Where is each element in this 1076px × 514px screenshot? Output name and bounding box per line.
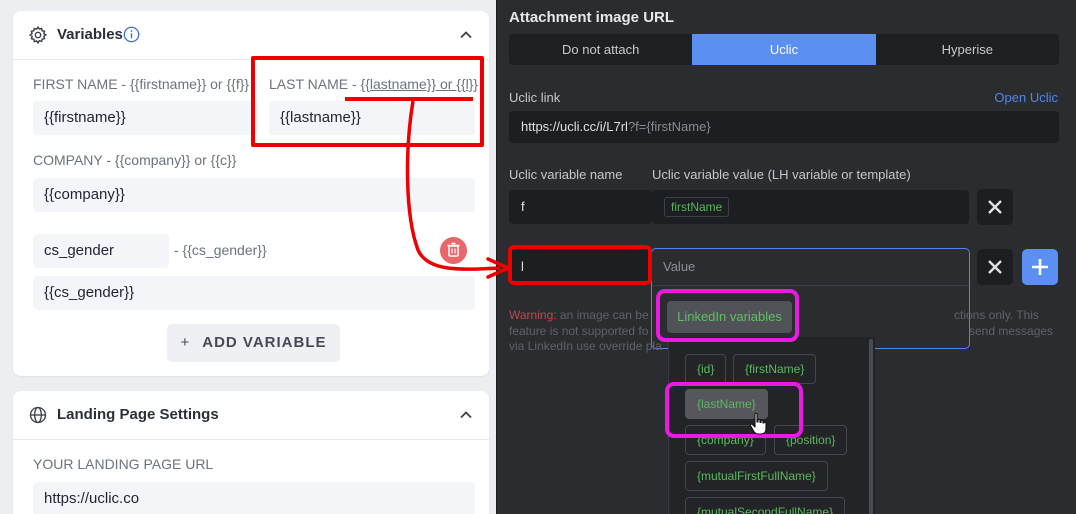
dropdown-divider [652,285,969,286]
tab-do-not-attach[interactable]: Do not attach [509,34,692,65]
last-name-chip-highlight-box [665,382,803,438]
variable-name-header: Uclic variable name [509,167,623,182]
add-row-button[interactable] [1022,249,1058,285]
chevron-up-icon[interactable] [459,28,473,42]
variable-value-input-1[interactable]: firstName [652,190,969,224]
add-variable-button[interactable]: + ADD VARIABLE [167,324,340,362]
variables-header[interactable]: Variables [13,11,489,60]
variables-panel: Variables FIRST NAME - {{firstname}} or … [0,0,497,514]
last-name-underline [345,97,473,101]
info-icon[interactable] [123,26,140,43]
chip-mutual-first-full-name[interactable]: {mutualFirstFullName} [685,461,828,491]
warning-line2-start: feature is not supported fo [509,323,649,338]
warning-line1-end: ctions only. This [954,308,1039,322]
attachment-title: Attachment image URL [509,9,675,26]
trash-icon [447,242,460,257]
landing-page-title: Landing Page Settings [57,406,219,423]
delete-variable-button[interactable] [440,237,467,264]
warning-line3: via LinkedIn use override pla [509,339,662,353]
variable-value-header: Uclic variable value (LH variable or tem… [652,167,911,182]
uclic-link-label: Uclic link [509,90,561,105]
uclic-link-suffix: ?f={firstName} [627,119,711,134]
plus-icon: + [180,334,191,351]
variable-name-input-1[interactable]: f [509,190,652,224]
custom-variable-value-input[interactable]: {{cs_gender}} [33,276,475,310]
cursor-hand-icon [749,412,767,435]
menu-scrollbar[interactable] [869,339,873,514]
uclic-link-value: https://ucli.cc/i/L7rl [521,119,628,134]
landing-url-input[interactable]: https://uclic.co [33,482,475,514]
landing-page-card: Landing Page Settings YOUR LANDING PAGE … [13,391,489,514]
remove-row-button-1[interactable] [977,189,1013,225]
uclic-link-input[interactable]: https://ucli.cc/i/L7rl?f={firstName} [509,111,1059,143]
remove-row-button-2[interactable] [977,249,1013,285]
custom-variable-name-input[interactable]: cs_gender [33,234,169,268]
tab-hyperise[interactable]: Hyperise [876,34,1059,65]
attachment-tabs: Do not attach Uclic Hyperise [509,34,1059,65]
company-label: COMPANY - {{company}} or {{c}} [33,152,237,168]
company-input[interactable]: {{company}} [33,178,475,212]
last-name-highlight-box [251,56,484,147]
plus-icon [1032,259,1048,275]
linkedin-variables-highlight-box [656,289,799,342]
tab-uclic[interactable]: Uclic [692,34,876,65]
chevron-up-icon[interactable] [459,408,473,422]
add-variable-label: ADD VARIABLE [202,334,327,351]
first-name-label: FIRST NAME - {{firstname}} or {{f}} [33,76,250,92]
custom-variable-hint: - {{cs_gender}} [174,242,267,258]
warning-line1-start: an image can be [559,308,649,322]
chip-id[interactable]: {id} [685,354,727,384]
landing-page-header[interactable]: Landing Page Settings [13,391,489,440]
chip-mutual-second-full-name[interactable]: {mutualSecondFullName} [685,497,846,514]
first-name-input[interactable]: {{firstname}} [33,101,258,135]
landing-url-label: YOUR LANDING PAGE URL [33,456,214,472]
variable-name-highlight-box [508,245,652,285]
gear-icon [28,25,48,45]
first-name-variable-tag: firstName [664,197,730,217]
close-icon [988,200,1002,214]
variable-value-placeholder: Value [663,259,696,274]
open-uclic-link[interactable]: Open Uclic [994,90,1058,105]
warning-line2-end: send messages [969,323,1054,338]
variables-title: Variables [57,26,123,43]
chip-first-name[interactable]: {firstName} [733,354,817,384]
close-icon [988,260,1002,274]
globe-icon [29,406,47,424]
warning-prefix: Warning: [509,308,557,322]
